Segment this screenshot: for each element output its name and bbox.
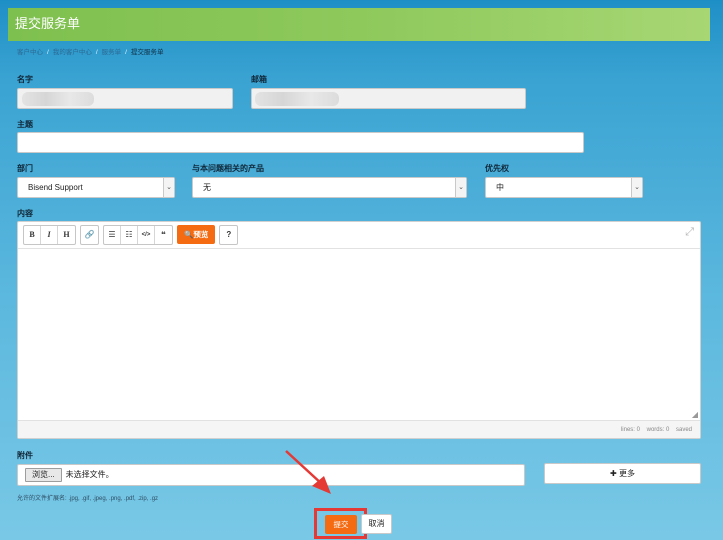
subject-label: 主题: [17, 120, 33, 129]
chevron-down-icon: ⌄: [163, 178, 174, 197]
preview-label: 预览: [193, 230, 209, 239]
allowed-extensions: 允许的文件扩展名: .jpg, .gif, .jpeg, .png, .pdf,…: [17, 496, 159, 502]
name-field[interactable]: [17, 88, 233, 109]
italic-button[interactable]: I: [41, 226, 58, 244]
bold-button[interactable]: B: [24, 226, 41, 244]
email-field[interactable]: [251, 88, 526, 109]
fullscreen-icon[interactable]: ⤢: [685, 226, 694, 239]
toolbar-divider: [18, 248, 700, 249]
quote-icon[interactable]: ❝: [155, 226, 172, 244]
preview-button[interactable]: 🔍预览: [177, 225, 216, 244]
link-icon[interactable]: 🔗: [81, 226, 98, 244]
department-value: Bisend Support: [28, 183, 83, 192]
editor-statusbar: lines: 0 words: 0 saved: [18, 420, 700, 438]
saved-status: saved: [675, 427, 692, 433]
editor-toolbar: B I H 🔗 ☰ ☷ </> ❝ 🔍预览 ?: [23, 225, 239, 245]
redacted-name: [22, 92, 94, 106]
product-select[interactable]: 无 ⌄: [192, 177, 467, 198]
chevron-down-icon: ⌄: [455, 178, 466, 197]
breadcrumb-item-client-center[interactable]: 客户中心: [17, 49, 43, 56]
department-label: 部门: [17, 164, 33, 173]
page-header: 提交服务单: [8, 8, 710, 41]
help-icon[interactable]: ?: [220, 226, 237, 244]
unordered-list-icon[interactable]: ☰: [104, 226, 121, 244]
content-editor[interactable]: B I H 🔗 ☰ ☷ </> ❝ 🔍预览 ? ⤢ ◢ lines: 0 wor…: [17, 221, 701, 439]
chevron-down-icon: ⌄: [631, 178, 642, 197]
subject-field[interactable]: [17, 132, 584, 153]
cancel-button[interactable]: 取消: [361, 514, 392, 534]
submit-button[interactable]: 提交: [325, 515, 357, 534]
breadcrumb: 客户中心 / 我的客户中心 / 服务单 / 提交服务单: [17, 49, 164, 56]
email-label: 邮箱: [251, 75, 267, 84]
search-icon: 🔍: [184, 230, 194, 239]
no-file-text: 未选择文件。: [65, 470, 114, 479]
lines-count: lines: 0: [620, 427, 640, 433]
attachments-label: 附件: [17, 451, 33, 460]
product-label: 与本问题相关的产品: [192, 164, 264, 173]
red-arrow-icon: [285, 450, 331, 494]
content-label: 内容: [17, 209, 33, 218]
priority-select[interactable]: 中 ⌄: [485, 177, 643, 198]
breadcrumb-item-my-client-center[interactable]: 我的客户中心: [53, 49, 92, 56]
breadcrumb-item-tickets[interactable]: 服务单: [102, 49, 122, 56]
priority-label: 优先权: [485, 164, 509, 173]
name-label: 名字: [17, 75, 33, 84]
resize-handle-icon[interactable]: ◢: [692, 410, 698, 419]
page-title: 提交服务单: [15, 16, 81, 31]
redacted-email: [255, 92, 339, 106]
file-input[interactable]: 浏览... 未选择文件。: [17, 464, 525, 486]
priority-value: 中: [496, 183, 504, 192]
heading-button[interactable]: H: [58, 226, 75, 244]
department-select[interactable]: Bisend Support ⌄: [17, 177, 175, 198]
code-icon[interactable]: </>: [138, 226, 155, 244]
browse-button[interactable]: 浏览...: [25, 467, 62, 482]
add-more-button[interactable]: ✚ 更多: [544, 463, 701, 484]
breadcrumb-item-current: 提交服务单: [130, 49, 164, 56]
words-count: words: 0: [646, 427, 670, 433]
ordered-list-icon[interactable]: ☷: [121, 226, 138, 244]
product-value: 无: [203, 183, 211, 192]
